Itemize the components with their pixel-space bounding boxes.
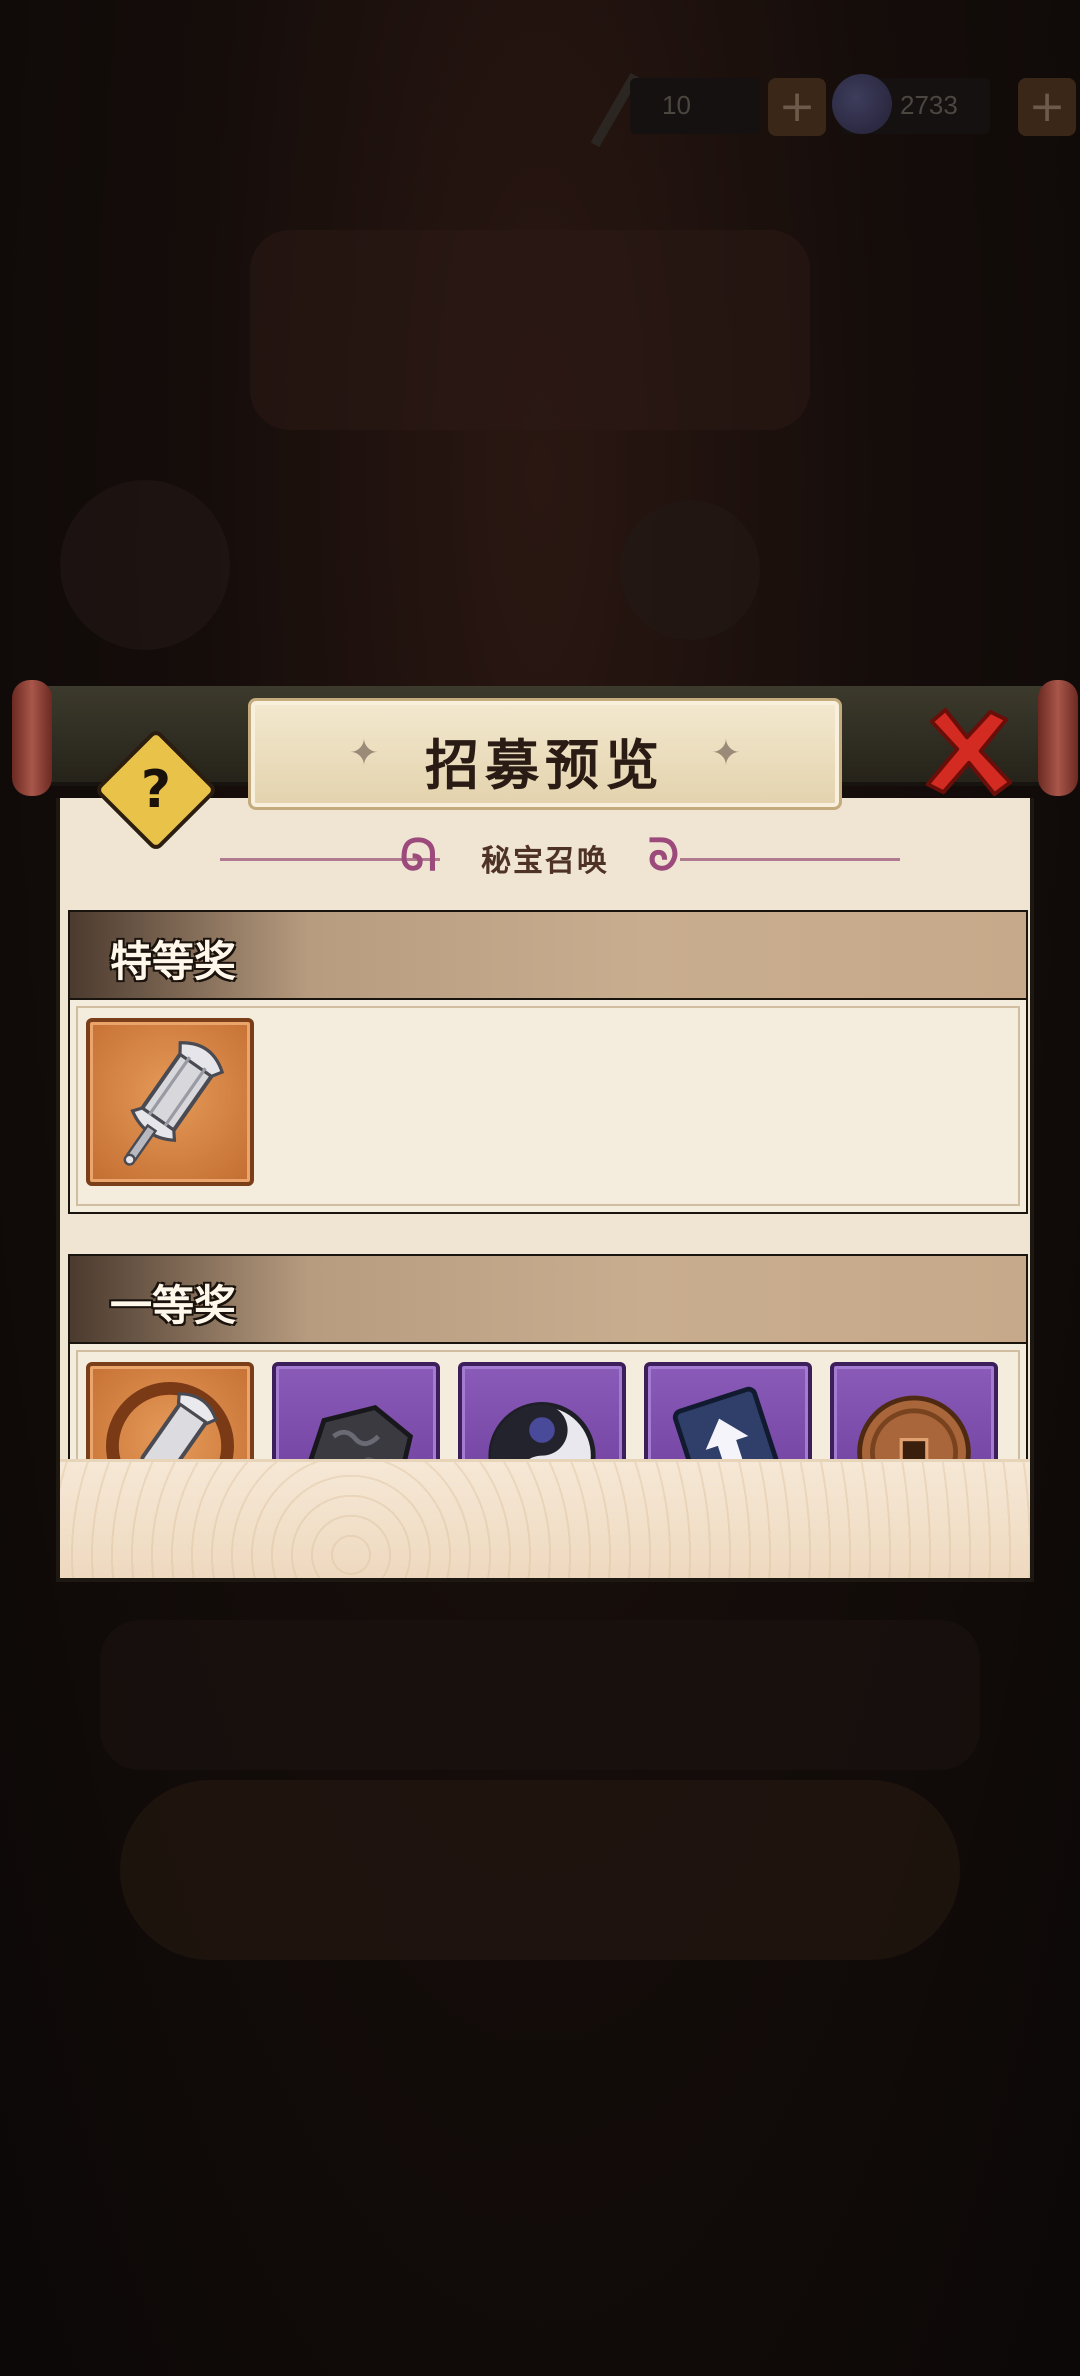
background-buttons — [120, 1780, 960, 1960]
background-panel — [100, 1620, 980, 1770]
gem-count: 2733 — [900, 90, 958, 120]
prize-tier-first: 一等奖 — [68, 1254, 1028, 1462]
tier-body — [68, 1344, 1028, 1462]
silver-scroll-weapon-icon — [123, 1041, 225, 1166]
background-character — [60, 480, 230, 650]
prize-list[interactable]: 特等奖 一等奖 — [60, 910, 1030, 1462]
gem-icon — [832, 74, 892, 134]
dialog-title: 招募预览 — [425, 733, 665, 797]
shuriken-icon: ✦ — [710, 733, 742, 774]
recruit-preview-dialog: ᘏ 秘宝召唤 ᘐ 特等奖 一等奖 ✦ 招募预览 ✦ ? — [12, 666, 1078, 1584]
prize-item[interactable] — [830, 1362, 998, 1462]
prize-item[interactable] — [272, 1362, 440, 1462]
question-mark-icon: ? — [140, 760, 172, 820]
prize-item[interactable] — [458, 1362, 626, 1462]
subtitle-row: ᘏ 秘宝召唤 ᘐ — [60, 826, 1030, 896]
subtitle-divider-right — [680, 858, 900, 861]
black-ore-icon — [307, 1404, 414, 1462]
prize-item[interactable] — [644, 1362, 812, 1462]
prize-item[interactable] — [86, 1362, 254, 1462]
swirl-ornament-right-icon: ᘐ — [648, 830, 679, 881]
tier-title: 特等奖 — [110, 937, 237, 986]
yin-yang-orb-icon — [488, 1402, 596, 1462]
copper-coin-icon — [857, 1395, 971, 1462]
background-character — [620, 500, 760, 640]
dialog-panel: ᘏ 秘宝召唤 ᘐ 特等奖 一等奖 — [56, 798, 1034, 1582]
upgrade-book-icon — [672, 1386, 786, 1462]
scroll-count-pill — [630, 78, 760, 134]
title-plaque: ✦ 招募预览 ✦ — [248, 698, 842, 810]
scroll-count: 10 — [662, 90, 691, 120]
item-row — [86, 1362, 998, 1462]
scroll-end-left — [12, 680, 52, 796]
close-button[interactable] — [918, 704, 1016, 802]
add-scroll-button[interactable]: + — [768, 78, 826, 136]
scroll-end-right — [1038, 680, 1078, 796]
item-row — [86, 1018, 254, 1186]
add-gem-button[interactable]: + — [1018, 78, 1076, 136]
tier-title: 一等奖 — [110, 1281, 237, 1330]
resource-bar: 10 + 2733 + — [560, 70, 1080, 148]
background-banner — [250, 230, 810, 430]
tier-header: 特等奖 — [68, 910, 1028, 1000]
panel-footer-decoration — [60, 1459, 1030, 1578]
prize-tier-special: 特等奖 — [68, 910, 1028, 1214]
prize-item[interactable] — [86, 1018, 254, 1186]
tier-header: 一等奖 — [68, 1254, 1028, 1344]
tier-body — [68, 1000, 1028, 1214]
close-icon — [925, 707, 1013, 797]
scroll-weapon-fragment-icon — [106, 1382, 234, 1462]
